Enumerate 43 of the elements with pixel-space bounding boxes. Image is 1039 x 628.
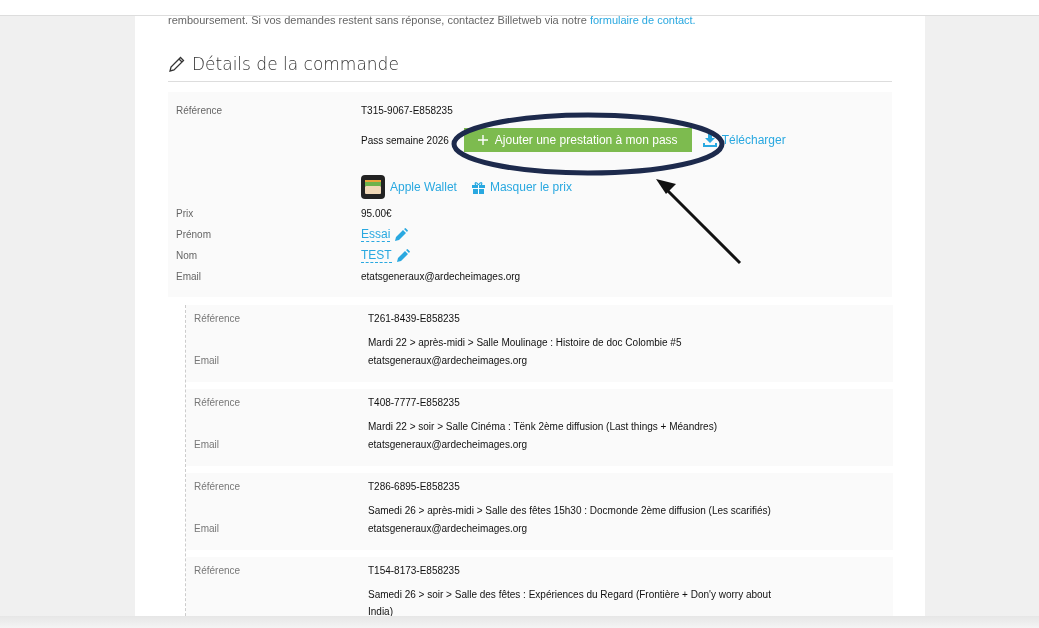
pencil-icon[interactable] bbox=[395, 228, 409, 241]
field-label: Référence bbox=[194, 397, 242, 408]
field-value: T408-7777-E858235 bbox=[368, 397, 460, 408]
notice-text: remboursement. Si vos demandes restent sans réponse, contactez Billetweb via notre formulaire de contact. bbox=[168, 14, 697, 26]
event-description: Mardi 22 > soir > Salle Cinéma : Tënk 2ème diffusion (Last things + Méandres) bbox=[368, 420, 718, 434]
field-value: T315-9067-E858235 bbox=[361, 105, 453, 116]
field-label: Email bbox=[194, 439, 220, 450]
field-value: etatsgeneraux@ardecheimages.org bbox=[361, 271, 521, 282]
field-label: Référence bbox=[194, 565, 242, 576]
section-title: Détails de la commande bbox=[192, 54, 399, 74]
download-icon bbox=[702, 133, 717, 147]
pencil-icon[interactable] bbox=[396, 249, 410, 262]
gift-icon bbox=[471, 180, 485, 194]
editable-value[interactable]: Essai bbox=[361, 227, 391, 242]
field-label: Email bbox=[194, 523, 220, 534]
editable-value[interactable]: TEST bbox=[361, 248, 392, 263]
field-label: Référence bbox=[194, 481, 242, 492]
field-value: T261-8439-E858235 bbox=[368, 313, 460, 324]
apple-wallet-link[interactable]: Apple Wallet bbox=[390, 180, 457, 194]
field-label: Référence bbox=[176, 105, 224, 116]
field-label: Email bbox=[194, 355, 220, 366]
plus-icon bbox=[477, 135, 488, 145]
event-description: Samedi 26 > après-midi > Salle des fêtes 15h30 : Docmonde 2ème diffusion (Les scarifiés) bbox=[368, 504, 772, 518]
pass-name: Pass semaine 2026 bbox=[361, 134, 449, 146]
add-service-button[interactable]: Ajouter une prestation à mon pass bbox=[463, 128, 692, 152]
field-label: Email bbox=[176, 271, 202, 282]
field-label: Référence bbox=[194, 313, 242, 324]
pencil-icon bbox=[168, 55, 186, 73]
field-value: T286-6895-E858235 bbox=[368, 481, 460, 492]
wallet-icon bbox=[361, 175, 385, 199]
field-value: etatsgeneraux@ardecheimages.org bbox=[368, 355, 528, 366]
field-label: Prénom bbox=[176, 229, 212, 240]
contact-form-link[interactable]: formulaire de contact. bbox=[589, 14, 696, 26]
hide-price-link[interactable]: Masquer le prix bbox=[471, 180, 572, 194]
field-label: Nom bbox=[176, 250, 199, 261]
field-value: 95.00€ bbox=[361, 208, 392, 219]
event-description: Mardi 22 > après-midi > Salle Moulinage : Histoire de doc Colombie #5 bbox=[368, 336, 683, 350]
download-link[interactable]: Télécharger bbox=[702, 133, 786, 147]
field-value: etatsgeneraux@ardecheimages.org bbox=[368, 523, 528, 534]
field-value: T154-8173-E858235 bbox=[368, 565, 460, 576]
field-label: Prix bbox=[176, 208, 195, 219]
field-value: etatsgeneraux@ardecheimages.org bbox=[368, 439, 528, 450]
event-description: Samedi 26 > soir > Salle des fêtes : Expériences du Regard (Frontière + Don'y worry about India) bbox=[368, 588, 772, 619]
